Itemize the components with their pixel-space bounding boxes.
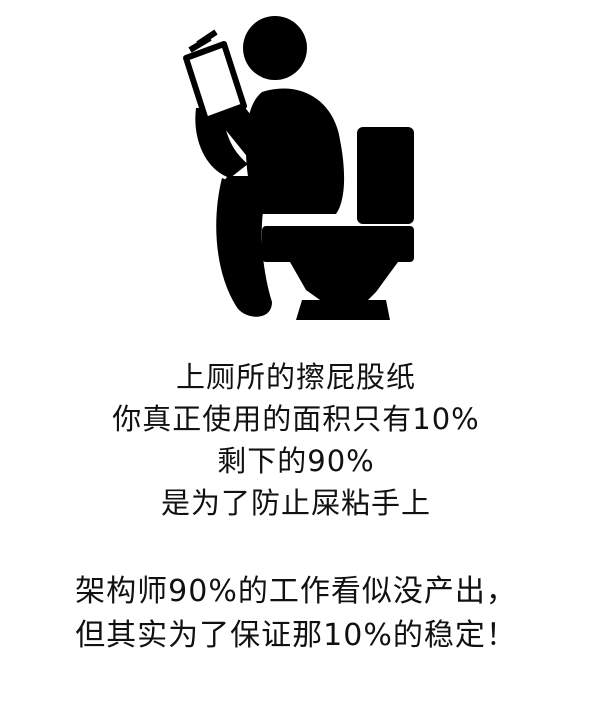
- person-head-icon: [243, 16, 307, 80]
- toilet-seat-icon: [262, 226, 414, 262]
- caption-line: 架构师90%的工作看似没产出，: [75, 574, 517, 609]
- toilet-tank-icon: [357, 127, 414, 224]
- caption-top: 上厕所的擦屁股纸 你真正使用的面积只有10% 剩下的90% 是为了防止屎粘手上: [0, 356, 592, 524]
- caption-bottom: 架构师90%的工作看似没产出， 但其实为了保证那10%的稳定！: [0, 570, 592, 658]
- toilet-bowl-icon: [290, 262, 398, 300]
- toilet-reading-pictogram: [0, 0, 592, 340]
- caption-line: 但其实为了保证那10%的稳定！: [75, 618, 517, 653]
- book-icon: [183, 29, 247, 123]
- caption-line: 上厕所的擦屁股纸: [175, 360, 416, 394]
- caption-line: 剩下的90%: [217, 444, 375, 478]
- caption-line: 是为了防止屎粘手上: [160, 486, 431, 520]
- caption-line: 你真正使用的面积只有10%: [112, 402, 480, 436]
- toilet-base-icon: [296, 300, 390, 320]
